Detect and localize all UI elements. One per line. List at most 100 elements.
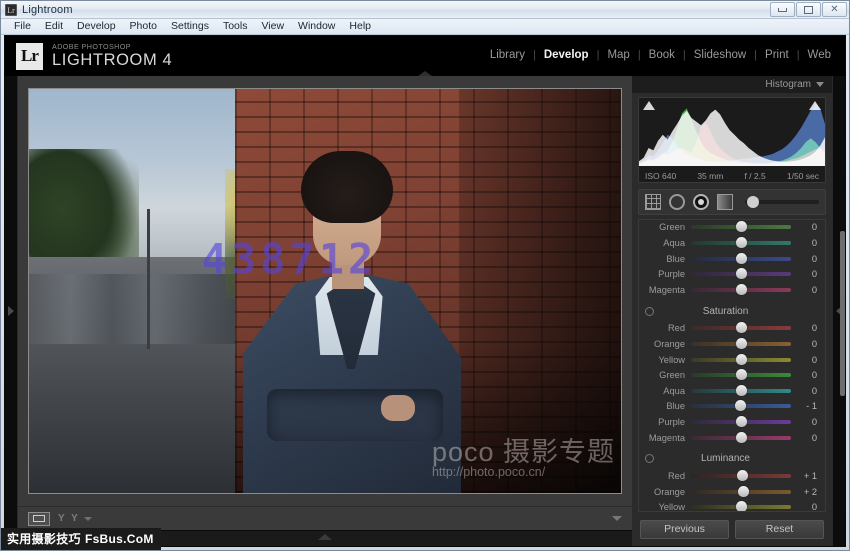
module-print[interactable]: Print: [757, 49, 797, 61]
hue-track-magenta[interactable]: [691, 288, 791, 292]
saturation-row-green[interactable]: Green0: [639, 367, 825, 383]
luminance-track-red[interactable]: [691, 474, 791, 478]
lightroom-app: Lr ADOBE PHOTOSHOP LIGHTROOM 4 Library |…: [4, 35, 846, 547]
hue-row-aqua[interactable]: Aqua0: [639, 235, 825, 251]
module-web[interactable]: Web: [800, 49, 839, 61]
hue-knob-green[interactable]: [736, 221, 747, 232]
saturation-knob-orange[interactable]: [736, 338, 747, 349]
hue-track-green[interactable]: [691, 225, 791, 229]
hue-value-magenta: 0: [791, 285, 817, 295]
saturation-row-magenta[interactable]: Magenta0: [639, 430, 825, 446]
hue-value-blue: 0: [791, 254, 817, 264]
red-eye-icon[interactable]: [693, 194, 709, 210]
menu-window[interactable]: Window: [291, 19, 342, 34]
saturation-label-green: Green: [643, 370, 691, 380]
photo-frame[interactable]: 438712 poco 摄影专题 http://photo.poco.cn/: [29, 89, 621, 493]
saturation-label-aqua: Aqua: [643, 386, 691, 396]
poco-watermark: poco 摄影专题 http://photo.poco.cn/: [432, 438, 615, 479]
hue-row-green[interactable]: Green0: [639, 220, 825, 236]
hue-track-purple[interactable]: [691, 272, 791, 276]
saturation-track-blue[interactable]: [691, 404, 791, 408]
module-book[interactable]: Book: [641, 49, 683, 61]
graduated-filter-icon[interactable]: [717, 194, 733, 210]
loupe-view-icon[interactable]: [28, 512, 50, 526]
target-adjust-icon[interactable]: [645, 454, 654, 463]
menu-view[interactable]: View: [254, 19, 291, 34]
saturation-row-orange[interactable]: Orange0: [639, 336, 825, 352]
hue-track-aqua[interactable]: [691, 241, 791, 245]
saturation-track-magenta[interactable]: [691, 436, 791, 440]
hue-track-blue[interactable]: [691, 257, 791, 261]
hue-knob-blue[interactable]: [736, 253, 747, 264]
luminance-row-yellow[interactable]: Yellow0: [639, 500, 825, 513]
saturation-knob-green[interactable]: [736, 369, 747, 380]
right-panel-scrollbar[interactable]: [840, 231, 845, 396]
menu-file[interactable]: File: [7, 19, 38, 34]
luminance-track-yellow[interactable]: [691, 505, 791, 509]
menu-settings[interactable]: Settings: [164, 19, 216, 34]
watermark-chinese: 实用摄影技巧: [7, 532, 81, 546]
maximize-button[interactable]: [796, 2, 821, 17]
reset-button[interactable]: Reset: [735, 520, 824, 539]
saturation-row-yellow[interactable]: Yellow0: [639, 352, 825, 368]
histogram-widget[interactable]: ISO 640 35 mm f / 2.5 1/50 sec: [638, 97, 826, 183]
hue-row-blue[interactable]: Blue0: [639, 251, 825, 267]
crop-overlay-icon[interactable]: [645, 194, 661, 210]
luminance-knob-yellow[interactable]: [736, 501, 747, 512]
module-develop[interactable]: Develop: [536, 49, 597, 61]
hsl-panel-scroll-area[interactable]: Yellow0Green0Aqua0Blue0Purple0Magenta0 S…: [638, 219, 826, 512]
left-panel-collapse-edge[interactable]: [5, 76, 18, 546]
saturation-row-red[interactable]: Red0: [639, 321, 825, 337]
hue-row-magenta[interactable]: Magenta0: [639, 282, 825, 298]
saturation-knob-purple[interactable]: [736, 416, 747, 427]
luminance-knob-red[interactable]: [737, 470, 748, 481]
flag-filter-label[interactable]: Y Y: [58, 513, 80, 524]
hue-value-green: 0: [791, 222, 817, 232]
module-library[interactable]: Library: [482, 49, 533, 61]
target-adjust-icon[interactable]: [645, 307, 654, 316]
toolbar-expand-icon[interactable]: [612, 516, 622, 521]
saturation-track-yellow[interactable]: [691, 358, 791, 362]
previous-button[interactable]: Previous: [640, 520, 729, 539]
menu-photo[interactable]: Photo: [123, 19, 164, 34]
luminance-track-orange[interactable]: [691, 490, 791, 494]
module-map[interactable]: Map: [599, 49, 637, 61]
right-panel-collapse-edge[interactable]: [832, 76, 845, 546]
saturation-row-purple[interactable]: Purple0: [639, 414, 825, 430]
hue-knob-magenta[interactable]: [736, 284, 747, 295]
module-slideshow[interactable]: Slideshow: [686, 49, 754, 61]
saturation-row-aqua[interactable]: Aqua0: [639, 383, 825, 399]
saturation-track-red[interactable]: [691, 326, 791, 330]
saturation-track-purple[interactable]: [691, 420, 791, 424]
saturation-knob-aqua[interactable]: [736, 385, 747, 396]
saturation-track-aqua[interactable]: [691, 389, 791, 393]
menu-tools[interactable]: Tools: [216, 19, 255, 34]
saturation-knob-magenta[interactable]: [736, 432, 747, 443]
identity-plate[interactable]: Lr ADOBE PHOTOSHOP LIGHTROOM 4: [5, 43, 172, 70]
hue-knob-aqua[interactable]: [736, 237, 747, 248]
saturation-knob-yellow[interactable]: [736, 354, 747, 365]
image-canvas[interactable]: 438712 poco 摄影专题 http://photo.poco.cn/: [18, 76, 632, 506]
toolbar-chevron-down-icon[interactable]: [84, 517, 92, 521]
hue-knob-purple[interactable]: [736, 268, 747, 279]
tool-amount-slider[interactable]: [745, 200, 819, 204]
saturation-row-blue[interactable]: Blue- 1: [639, 399, 825, 415]
histogram-header[interactable]: Histogram: [632, 76, 832, 93]
luminance-row-red[interactable]: Red+ 1: [639, 468, 825, 484]
chevron-down-icon[interactable]: [816, 82, 824, 87]
menu-edit[interactable]: Edit: [38, 19, 70, 34]
identity-product: LIGHTROOM 4: [52, 52, 172, 69]
spot-removal-icon[interactable]: [669, 194, 685, 210]
menu-develop[interactable]: Develop: [70, 19, 123, 34]
luminance-row-orange[interactable]: Orange+ 2: [639, 484, 825, 500]
close-button[interactable]: ✕: [822, 2, 847, 17]
saturation-track-orange[interactable]: [691, 342, 791, 346]
menu-help[interactable]: Help: [342, 19, 378, 34]
saturation-knob-blue[interactable]: [735, 400, 746, 411]
saturation-track-green[interactable]: [691, 373, 791, 377]
saturation-knob-red[interactable]: [736, 322, 747, 333]
minimize-button[interactable]: [770, 2, 795, 17]
luminance-knob-orange[interactable]: [738, 486, 749, 497]
hue-row-purple[interactable]: Purple0: [639, 266, 825, 282]
tool-amount-knob[interactable]: [747, 196, 759, 208]
